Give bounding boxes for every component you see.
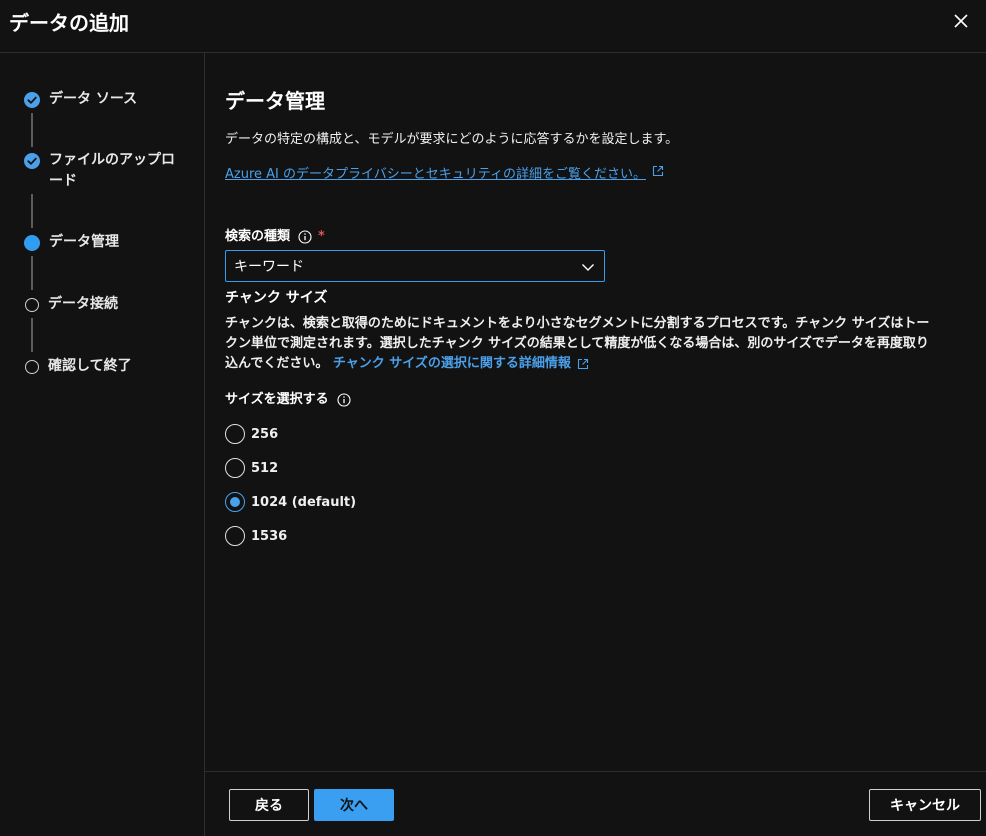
next-button[interactable]: 次へ	[314, 789, 394, 821]
dialog-header: データの追加	[0, 0, 986, 53]
radio-button[interactable]	[225, 424, 245, 444]
radio-1024-default[interactable]: 1024 (default)	[225, 492, 356, 512]
step-connector	[31, 256, 33, 290]
chunk-size-description: チャンクは、検索と取得のためにドキュメントをより小さなセグメントに分割するプロセ…	[225, 314, 986, 374]
pending-step-icon	[25, 360, 39, 374]
step-review-finish[interactable]: 確認して終了	[24, 356, 178, 377]
chunk-size-info-link[interactable]: チャンク サイズの選択に関する詳細情報	[333, 356, 589, 371]
radio-label: 1024 (default)	[251, 494, 357, 510]
step-data-source[interactable]: データ ソース	[24, 89, 179, 110]
step-connector	[31, 113, 33, 147]
search-type-dropdown[interactable]: キーワード	[225, 250, 605, 282]
pending-step-icon	[25, 298, 39, 312]
info-icon[interactable]	[337, 393, 351, 407]
page-description: データの特定の構成と、モデルが要求にどのように応答するかを設定します。	[225, 132, 679, 147]
wizard-stepper: データ ソース ファイルのアップロード データ管理 データ接続 確認して終了	[0, 53, 205, 836]
chunk-desc-line: クン単位で測定されます。選択したチャンク サイズの結果として精度が低くなる場合は…	[225, 336, 929, 351]
search-type-label: 検索の種類 *	[225, 227, 325, 247]
radio-button[interactable]	[225, 526, 245, 546]
dialog-title: データの追加	[9, 11, 129, 35]
step-connector	[31, 318, 33, 352]
step-data-connection[interactable]: データ接続	[24, 294, 178, 315]
external-link-icon	[577, 358, 588, 370]
required-mark: *	[318, 229, 325, 244]
radio-512[interactable]: 512	[225, 458, 278, 478]
step-label: 確認して終了	[48, 358, 132, 374]
dialog-footer: 戻る 次へ キャンセル	[205, 771, 986, 836]
privacy-link-text: Azure AI のデータプライバシーとセキュリティの詳細をご覧ください。	[225, 167, 646, 182]
checkmark-icon	[24, 92, 40, 108]
privacy-link[interactable]: Azure AI のデータプライバシーとセキュリティの詳細をご覧ください。	[225, 165, 664, 185]
radio-256[interactable]: 256	[225, 424, 278, 444]
size-select-label: サイズを選択する	[225, 390, 351, 410]
chevron-down-icon	[582, 264, 594, 271]
radio-button-selected[interactable]	[225, 492, 245, 512]
step-connector	[31, 194, 33, 228]
info-icon[interactable]	[298, 230, 312, 244]
radio-label: 512	[251, 460, 279, 476]
step-label: データ接続	[48, 296, 118, 312]
step-file-upload[interactable]: ファイルのアップロード	[24, 150, 179, 192]
search-type-value: キーワード	[234, 259, 304, 275]
chunk-desc-line-with-link: 込んでください。 チャンク サイズの選択に関する詳細情報	[225, 354, 986, 374]
external-link-icon	[652, 165, 664, 177]
checkmark-icon	[24, 153, 40, 169]
radio-button[interactable]	[225, 458, 245, 478]
radio-label: 256	[251, 426, 279, 442]
step-label: ファイルのアップロード	[49, 152, 175, 189]
current-step-icon	[24, 235, 40, 251]
cancel-button[interactable]: キャンセル	[869, 789, 981, 821]
radio-1536[interactable]: 1536	[225, 526, 287, 546]
chunk-desc-line: チャンクは、検索と取得のためにドキュメントをより小さなセグメントに分割するプロセ…	[225, 316, 930, 331]
close-icon	[954, 14, 968, 28]
step-label: データ ソース	[49, 91, 138, 107]
page-title: データ管理	[225, 89, 325, 113]
step-label: データ管理	[49, 234, 119, 250]
chunk-size-title: チャンク サイズ	[225, 290, 328, 306]
step-data-management[interactable]: データ管理	[24, 232, 179, 253]
radio-label: 1536	[251, 528, 288, 544]
back-button[interactable]: 戻る	[229, 789, 309, 821]
radio-dot	[230, 497, 240, 507]
close-button[interactable]	[950, 10, 972, 32]
